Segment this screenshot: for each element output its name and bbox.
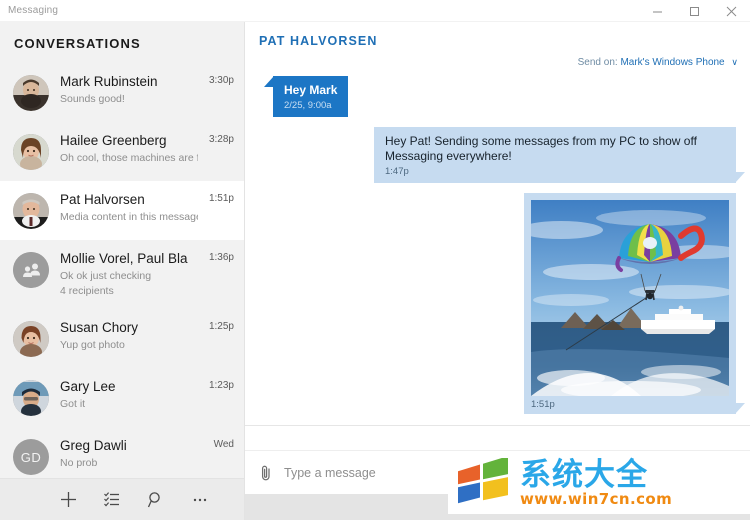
- send-on-device: Mark's Windows Phone: [620, 57, 725, 68]
- more-options-button[interactable]: [185, 485, 215, 515]
- list-item-selected[interactable]: Pat Halvorsen Media content in this mess…: [0, 181, 244, 240]
- message-timestamp: 1:47p: [385, 166, 409, 177]
- list-item[interactable]: Susan Chory Yup got photo 1:25p: [0, 309, 244, 368]
- message-snippet: No prob: [60, 457, 98, 469]
- avatar: [13, 134, 49, 170]
- list-item-text: Mollie Vorel, Paul Bla Ok ok just checki…: [60, 249, 198, 298]
- paperclip-icon[interactable]: [258, 464, 274, 482]
- timestamp: Wed: [213, 439, 234, 450]
- message-snippet: Media content in this message: [60, 211, 198, 223]
- list-item[interactable]: GD Greg Dawli No prob Wed: [0, 427, 244, 478]
- contact-name: Susan Chory: [60, 320, 139, 335]
- list-item[interactable]: Gary Lee Got it 1:23p: [0, 368, 244, 427]
- message-bubble-outgoing[interactable]: Hey Pat! Sending some messages from my P…: [374, 127, 745, 183]
- list-item-text: Mark Rubinstein Sounds good!: [60, 72, 198, 106]
- send-on-label: Send on:: [577, 57, 618, 68]
- message-snippet: Sounds good!: [60, 93, 125, 105]
- title-bar: Messaging: [0, 0, 750, 22]
- avatar: [13, 380, 49, 416]
- group-avatar: [13, 252, 49, 288]
- recipient-count: 4 recipients: [60, 285, 114, 297]
- messaging-app-window: Messaging Conversations: [0, 0, 750, 520]
- message-snippet: Got it: [60, 398, 86, 410]
- select-button[interactable]: [97, 485, 127, 515]
- compose-area: [245, 425, 750, 494]
- minimize-button[interactable]: [639, 0, 676, 22]
- chevron-down-icon: ∨: [731, 57, 738, 67]
- list-item[interactable]: Mark Rubinstein Sounds good! 3:30p: [0, 63, 244, 122]
- message-snippet: Ok ok just checking: [60, 270, 152, 282]
- message-snippet: Oh cool, those machines are fun: [60, 152, 198, 164]
- avatar: [13, 75, 49, 111]
- conversations-header: Conversations: [14, 36, 141, 51]
- send-on-selector[interactable]: Send on: Mark's Windows Phone ∨: [245, 48, 750, 68]
- list-item-text: Susan Chory Yup got photo: [60, 318, 198, 352]
- page-title: Pat Halvorsen: [259, 34, 378, 48]
- avatar: [13, 193, 49, 229]
- bubble-tail: [264, 76, 274, 87]
- parasailing-photo: [531, 200, 729, 396]
- message-text: Hey Pat! Sending some messages from my P…: [385, 134, 697, 163]
- window-title: Messaging: [8, 5, 59, 16]
- message-snippet: Yup got photo: [60, 339, 125, 351]
- search-icon: [147, 491, 160, 507]
- timestamp: 1:23p: [208, 380, 234, 391]
- contact-name: Mollie Vorel, Paul Bla: [60, 251, 188, 266]
- attachment-row: [245, 426, 750, 450]
- message-row-outgoing: Hey Pat! Sending some messages from my P…: [259, 127, 745, 183]
- list-item[interactable]: Hailee Greenberg Oh cool, those machines…: [0, 122, 244, 181]
- thread-header: Pat Halvorsen: [245, 22, 750, 48]
- app-body: Conversations Mark Rubinstein Sounds goo…: [0, 22, 750, 520]
- plus-icon: [60, 492, 76, 507]
- message-row-outgoing-photo: 1:51p: [259, 193, 745, 414]
- contact-name: Gary Lee: [60, 379, 116, 394]
- message-text: Hey Mark: [284, 83, 338, 97]
- message-photo[interactable]: [531, 200, 729, 396]
- bubble-tail: [735, 403, 745, 414]
- select-list-icon: [104, 491, 119, 506]
- list-item-text: Greg Dawli No prob: [60, 436, 203, 470]
- thread-pane: Pat Halvorsen Send on: Mark's Windows Ph…: [245, 22, 750, 520]
- message-bubble-incoming[interactable]: Hey Mark 2/25, 9:00a: [264, 76, 349, 117]
- contact-name: Hailee Greenberg: [60, 133, 167, 148]
- message-bubble-photo[interactable]: 1:51p: [524, 193, 745, 414]
- bottom-strip: [245, 494, 750, 520]
- list-item-text: Gary Lee Got it: [60, 377, 198, 411]
- message-timestamp: 1:51p: [531, 399, 555, 410]
- contact-name: Mark Rubinstein: [60, 74, 158, 89]
- new-message-button[interactable]: [53, 485, 83, 515]
- avatar: [13, 321, 49, 357]
- close-button[interactable]: [713, 0, 750, 22]
- compose-bar: [245, 450, 750, 494]
- timestamp: 1:51p: [208, 193, 234, 204]
- conversation-list[interactable]: Mark Rubinstein Sounds good! 3:30p Haile…: [0, 63, 244, 478]
- avatar-initials: GD: [20, 449, 42, 465]
- timestamp: 3:28p: [208, 134, 234, 145]
- message-row-incoming: Hey Mark 2/25, 9:00a: [259, 76, 736, 117]
- contact-name: Pat Halvorsen: [60, 192, 145, 207]
- conversations-toolbar: [0, 478, 244, 520]
- message-thread: Hey Mark 2/25, 9:00a Hey Pat! Sending so…: [245, 68, 750, 425]
- maximize-button[interactable]: [676, 0, 713, 22]
- timestamp: 1:25p: [208, 321, 234, 332]
- more-ellipsis-icon: [193, 498, 207, 501]
- initials-avatar: GD: [13, 439, 49, 475]
- conversations-pane: Conversations Mark Rubinstein Sounds goo…: [0, 22, 245, 520]
- emoji-smiley-icon[interactable]: [717, 463, 736, 482]
- timestamp: 3:30p: [208, 75, 234, 86]
- window-controls: [639, 0, 750, 22]
- search-button[interactable]: [141, 485, 171, 515]
- list-item-text: Hailee Greenberg Oh cool, those machines…: [60, 131, 198, 165]
- list-item-text: Pat Halvorsen Media content in this mess…: [60, 190, 198, 224]
- contact-name: Greg Dawli: [60, 438, 127, 453]
- list-item[interactable]: Mollie Vorel, Paul Bla Ok ok just checki…: [0, 240, 244, 309]
- message-timestamp: 2/25, 9:00a: [284, 100, 332, 111]
- group-people-icon: [13, 252, 49, 288]
- message-input[interactable]: [284, 465, 707, 480]
- bubble-tail: [735, 172, 745, 183]
- timestamp: 1:36p: [208, 252, 234, 263]
